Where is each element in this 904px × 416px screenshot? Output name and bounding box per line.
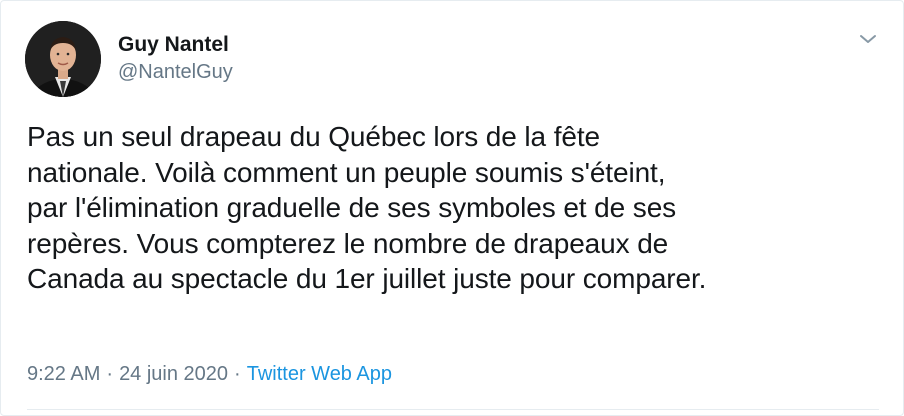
user-name[interactable]: Guy Nantel — [118, 33, 229, 57]
tweet-source-link[interactable]: Twitter Web App — [247, 363, 392, 385]
avatar[interactable] — [25, 21, 101, 97]
divider — [27, 409, 879, 410]
meta-separator: · — [106, 363, 114, 385]
tweet-time[interactable]: 9:22 AM — [27, 363, 100, 385]
tweet-card: Guy Nantel @NantelGuy Pas un seul drapea… — [0, 0, 904, 416]
tweet-date[interactable]: 24 juin 2020 — [119, 363, 228, 385]
user-handle[interactable]: @NantelGuy — [118, 61, 233, 84]
tweet-text: Pas un seul drapeau du Québec lors de la… — [27, 121, 707, 294]
meta-separator: · — [234, 363, 241, 385]
chevron-down-icon[interactable] — [857, 31, 879, 47]
tweet-meta: 9:22 AM · 24 juin 2020 · Twitter Web App — [27, 363, 392, 386]
